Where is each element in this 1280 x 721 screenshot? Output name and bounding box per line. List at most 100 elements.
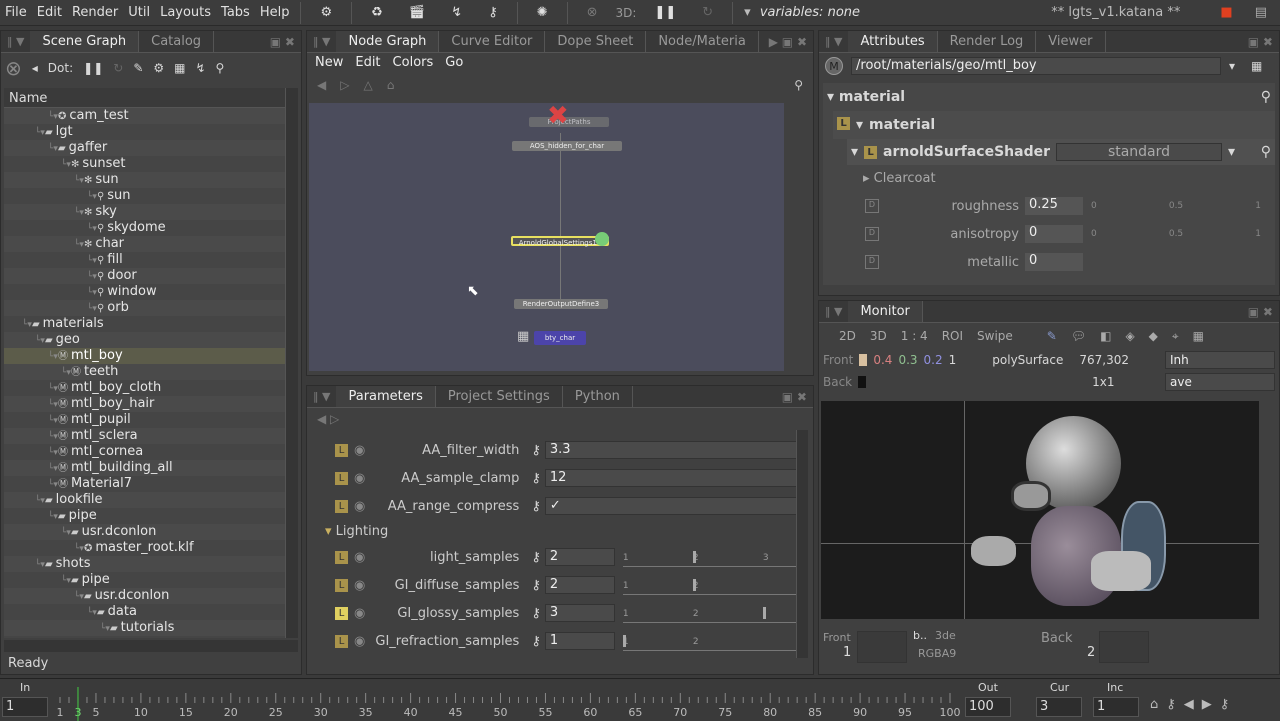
key-icon[interactable]: ⚷ <box>531 443 541 458</box>
panel-close-icon[interactable]: ▣ ✖ <box>1248 305 1279 319</box>
refresh-icon[interactable]: ↻ <box>113 61 123 75</box>
tab-render-log[interactable]: Render Log <box>938 31 1037 52</box>
cancel-render-icon[interactable]: ⊗ <box>582 5 603 20</box>
clapper-icon[interactable]: ▦ <box>1193 329 1204 343</box>
tree-item[interactable]: └▾Ⓜ mtl_boy_cloth <box>4 380 286 396</box>
tree-branch-icon[interactable]: └▾ <box>74 208 84 218</box>
menu-layouts[interactable]: Layouts <box>155 5 216 20</box>
clapper-icon[interactable]: ▦ <box>174 61 185 75</box>
key-icon[interactable]: ⚷ <box>531 634 541 649</box>
tab-python[interactable]: Python <box>563 386 633 407</box>
local-badge[interactable]: L <box>335 471 348 485</box>
parameter-value[interactable]: 2 <box>544 576 615 594</box>
2d-toggle[interactable]: 2D <box>839 329 856 343</box>
frame-icon[interactable]: ◈ <box>1125 329 1134 343</box>
back-icon[interactable]: ◀ <box>317 78 326 92</box>
menu-file[interactable]: File <box>0 5 32 20</box>
key-icon[interactable]: ⚷ <box>483 5 503 20</box>
pencil-icon[interactable]: ✎ <box>133 61 143 75</box>
tree-branch-icon[interactable]: └▾ <box>61 160 71 170</box>
tree-item[interactable]: └▾✪ cam_test <box>4 108 286 124</box>
back-icon[interactable]: ◀ ▷ <box>307 408 813 430</box>
pause-icon[interactable]: ❚❚ <box>649 5 681 20</box>
search-icon[interactable]: ⚲ <box>216 61 225 75</box>
tree-item[interactable]: └▾▰ tutorials <box>4 620 286 636</box>
tree-branch-icon[interactable]: └▾ <box>74 240 84 250</box>
tree-item[interactable]: └▾Ⓜ Material7 <box>4 476 286 492</box>
tree-branch-icon[interactable]: └▾ <box>87 272 97 282</box>
parameter-value[interactable]: 12 <box>544 469 807 487</box>
parameter-slider[interactable]: 12 <box>622 575 803 595</box>
tree-item[interactable]: └▾⚲ skydome <box>4 220 286 236</box>
default-icon[interactable]: D <box>865 227 879 241</box>
slider-handle[interactable] <box>762 607 766 619</box>
home-icon[interactable]: ⌂ <box>387 78 395 92</box>
slider-handle[interactable] <box>692 579 696 591</box>
tab-viewer[interactable]: Viewer <box>1036 31 1106 52</box>
tree-branch-icon[interactable]: └▾ <box>48 512 58 522</box>
tree-branch-icon[interactable]: └▾ <box>48 384 58 394</box>
cancel-icon[interactable]: ⊗ <box>5 56 22 80</box>
roi-toggle[interactable]: ROI <box>942 329 963 343</box>
menu-colors[interactable]: Colors <box>393 55 434 70</box>
render-icon[interactable]: ✺ <box>532 5 553 20</box>
tree-branch-icon[interactable]: └▾ <box>87 224 97 234</box>
variables-dropdown[interactable]: ▾ variables: none <box>739 5 870 20</box>
tab-node-graph[interactable]: Node Graph <box>336 31 440 52</box>
local-badge[interactable]: L <box>335 499 348 513</box>
tab-curve-editor[interactable]: Curve Editor <box>439 31 546 52</box>
tree-item[interactable]: └▾✻ char <box>4 236 286 252</box>
up-icon[interactable]: △ <box>363 78 372 92</box>
eyedropper-icon[interactable]: ✎ <box>1047 329 1057 343</box>
diamond-icon[interactable]: ◆ <box>1149 329 1158 343</box>
tree-branch-icon[interactable]: └▾ <box>48 480 58 490</box>
material-subsection[interactable]: L ▾ material <box>833 111 1275 139</box>
crosshair-icon[interactable]: ⌖ <box>1172 329 1179 344</box>
pause-icon[interactable]: ❚❚ <box>83 61 103 75</box>
tree-branch-icon[interactable]: └▾ <box>48 464 58 474</box>
tree-item[interactable]: └▾Ⓜ mtl_pupil <box>4 412 286 428</box>
attribute-slider[interactable]: 0 0.5 1 <box>1091 201 1261 211</box>
local-badge[interactable]: L <box>335 578 348 592</box>
tab-project-settings[interactable]: Project Settings <box>436 386 563 407</box>
tree-item[interactable]: └▾▰ lookfile <box>4 492 286 508</box>
tree-branch-icon[interactable]: └▾ <box>48 448 58 458</box>
material-section[interactable]: ▾ material ⚲ <box>823 83 1275 111</box>
tree-item[interactable]: └▾▰ usr.dconlon <box>4 524 286 540</box>
tree-branch-icon[interactable]: └▾ <box>74 544 84 554</box>
menu-edit[interactable]: Edit <box>32 5 67 20</box>
key-icon[interactable]: ⚷ <box>531 499 541 514</box>
tab-node-material[interactable]: Node/Materia <box>646 31 759 52</box>
tree-branch-icon[interactable]: └▾ <box>87 192 97 202</box>
back-icon[interactable]: ◂ <box>32 61 38 75</box>
shader-type-dropdown[interactable]: standard <box>1056 143 1222 161</box>
tree-item[interactable]: └▾⚲ window <box>4 284 286 300</box>
panel-close-icon[interactable]: ▣ ✖ <box>782 390 813 404</box>
attribute-value[interactable]: 0.25 <box>1025 197 1083 215</box>
home-icon[interactable]: ⌂ <box>1150 697 1158 712</box>
panel-close-icon[interactable]: ▣ ✖ <box>270 35 301 49</box>
tree-item[interactable]: └▾▰ materials <box>4 316 286 332</box>
tab-parameters[interactable]: Parameters <box>336 386 436 407</box>
tree-branch-icon[interactable]: └▾ <box>48 416 58 426</box>
mode2-dropdown[interactable]: ave <box>1165 373 1275 391</box>
local-badge[interactable]: L <box>335 443 348 457</box>
key-icon[interactable]: ⚷ <box>531 471 541 486</box>
tree-item[interactable]: └▾⚲ fill <box>4 252 286 268</box>
zoom-ratio[interactable]: 1 : 4 <box>901 329 928 343</box>
node-graph-canvas[interactable]: ProjectPaths ✖ AOS_hidden_for_char Arnol… <box>309 103 784 371</box>
node-render-output-define[interactable]: RenderOutputDefine3 <box>514 299 608 309</box>
menu-render[interactable]: Render <box>67 5 123 20</box>
forward-icon[interactable]: ▷ <box>340 78 349 92</box>
next-frame-icon[interactable]: ▶ <box>1202 697 1212 712</box>
tree-item[interactable]: └▾▰ pipe <box>4 508 286 524</box>
refresh-icon[interactable]: ↻ <box>697 5 718 20</box>
local-badge[interactable]: L <box>335 634 348 648</box>
slider-handle[interactable] <box>622 635 626 647</box>
attribute-value[interactable]: 0 <box>1025 225 1083 243</box>
3d-toggle[interactable]: 3D <box>870 329 887 343</box>
key-next-icon[interactable]: ⚷ <box>1220 697 1230 712</box>
tab-scene-graph[interactable]: Scene Graph <box>30 31 140 52</box>
path-field[interactable]: /root/materials/geo/mtl_boy <box>851 57 1221 75</box>
tree-item[interactable]: └▾Ⓜ mtl_cornea <box>4 444 286 460</box>
